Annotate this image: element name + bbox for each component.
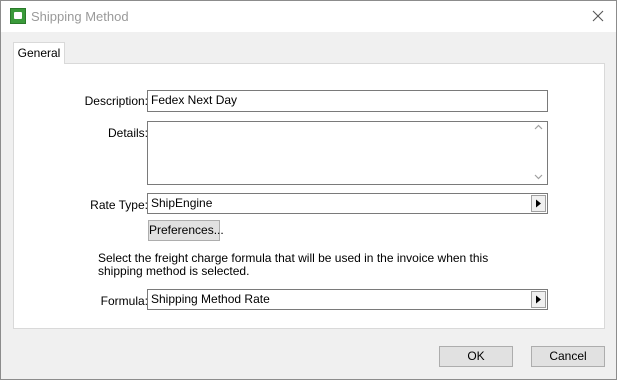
tab-general[interactable]: General bbox=[13, 42, 65, 64]
formula-value: Shipping Method Rate bbox=[151, 292, 270, 306]
details-label: Details: bbox=[107, 126, 148, 140]
cancel-button[interactable]: Cancel bbox=[531, 346, 605, 367]
close-icon[interactable] bbox=[590, 8, 606, 24]
formula-instructions: Select the freight charge formula that w… bbox=[98, 251, 489, 278]
app-icon bbox=[10, 8, 26, 24]
rate-type-dropdown-button[interactable] bbox=[531, 195, 546, 212]
formula-label: Formula: bbox=[100, 294, 148, 308]
details-scrollbar[interactable] bbox=[531, 123, 546, 183]
general-panel: Description: Fedex Next Day Details: Rat… bbox=[13, 63, 605, 329]
scroll-up-icon[interactable] bbox=[534, 123, 543, 134]
details-field[interactable] bbox=[147, 121, 548, 185]
formula-select[interactable]: Shipping Method Rate bbox=[147, 289, 548, 310]
dropdown-arrow-icon bbox=[536, 295, 541, 304]
dialog-window: Shipping Method General Description: Fed… bbox=[0, 0, 617, 380]
description-field[interactable]: Fedex Next Day bbox=[147, 90, 548, 112]
dropdown-arrow-icon bbox=[536, 199, 541, 208]
formula-dropdown-button[interactable] bbox=[531, 291, 546, 308]
ok-button[interactable]: OK bbox=[439, 346, 513, 367]
title-bar[interactable]: Shipping Method bbox=[1, 1, 616, 32]
preferences-button[interactable]: Preferences... bbox=[148, 220, 224, 241]
description-value: Fedex Next Day bbox=[151, 93, 238, 107]
rate-type-select[interactable]: ShipEngine bbox=[147, 193, 548, 214]
scroll-down-icon[interactable] bbox=[534, 172, 543, 183]
window-title: Shipping Method bbox=[31, 9, 129, 24]
description-label: Description: bbox=[84, 94, 148, 108]
rate-type-value: ShipEngine bbox=[151, 196, 213, 210]
rate-type-label: Rate Type: bbox=[90, 198, 148, 212]
